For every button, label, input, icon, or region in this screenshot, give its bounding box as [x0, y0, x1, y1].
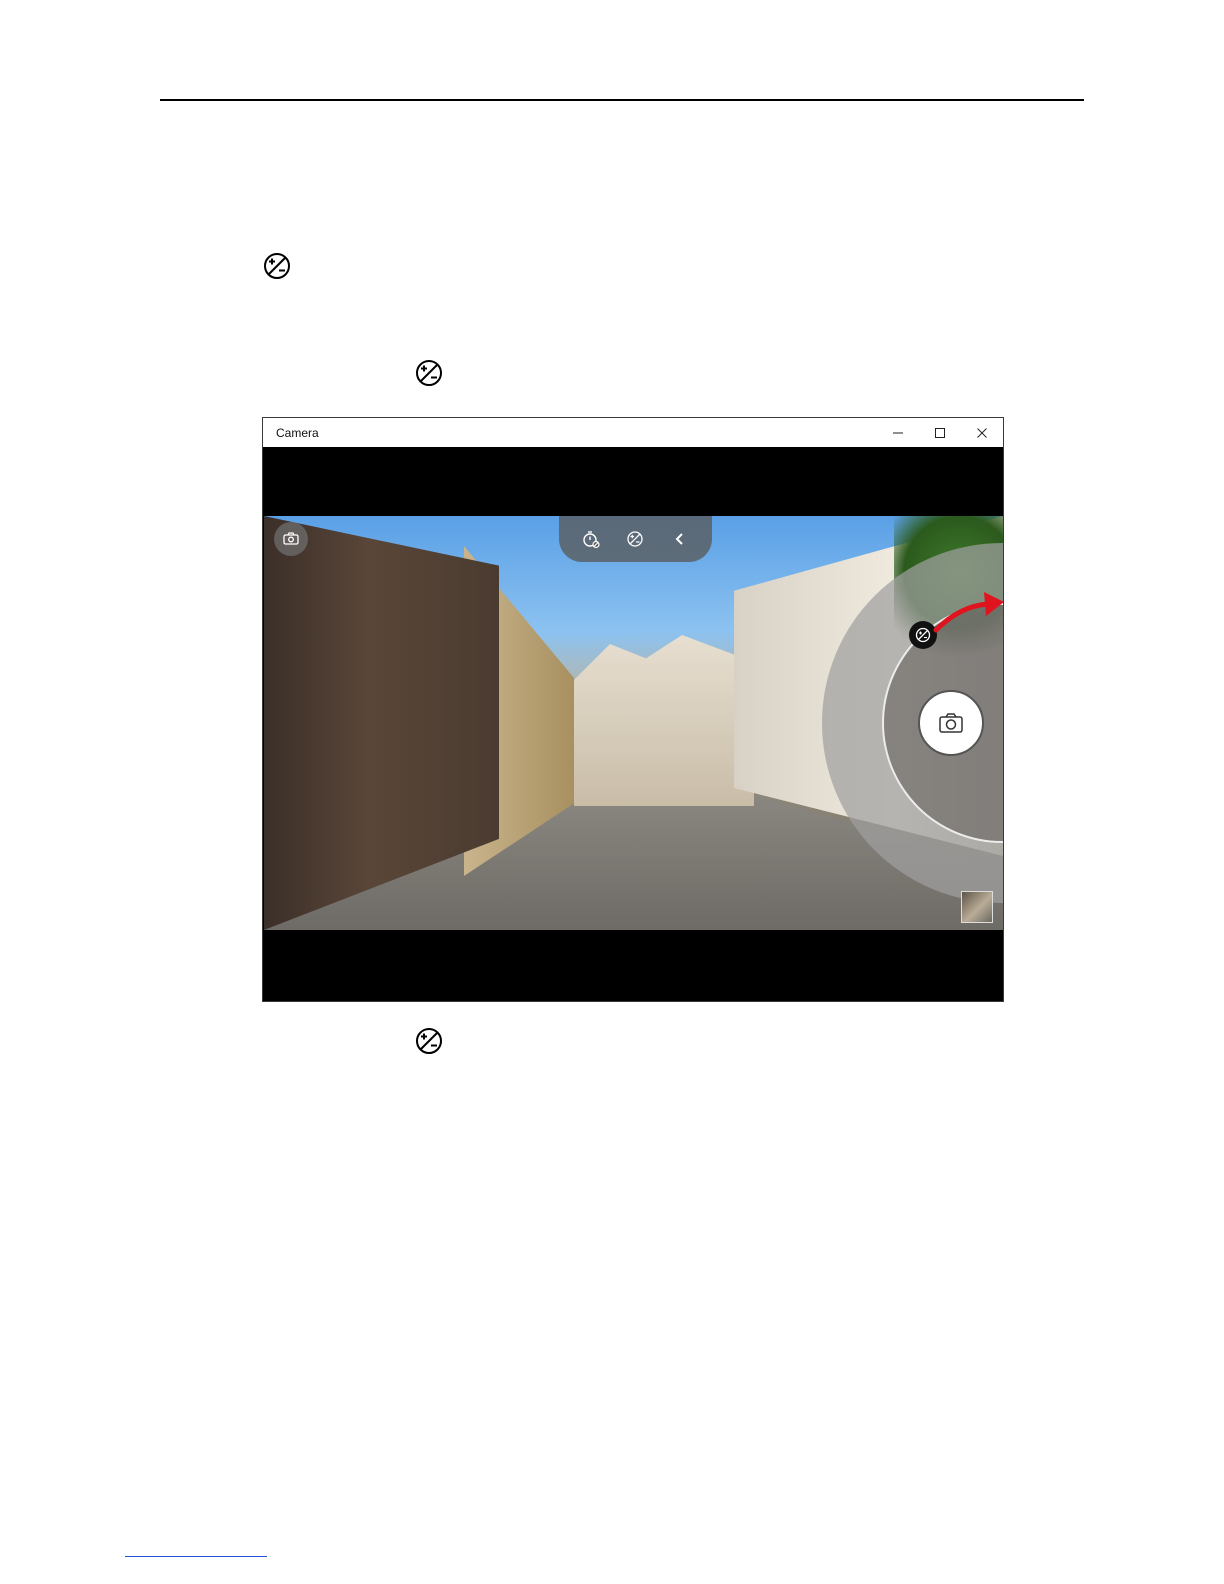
close-icon: [977, 427, 987, 438]
change-camera-button[interactable]: [274, 522, 308, 556]
footer-rule: [125, 1556, 267, 1557]
exposure-icon: [415, 359, 443, 387]
minimize-icon: [893, 432, 903, 433]
close-button[interactable]: [961, 418, 1003, 447]
chevron-left-icon: [675, 533, 683, 545]
timer-button[interactable]: [578, 526, 604, 552]
timer-off-icon: [583, 531, 600, 549]
window-controls: [877, 418, 1003, 447]
exposure-icon: [627, 531, 644, 547]
title-bar: Camera: [263, 418, 1003, 447]
minimize-button[interactable]: [877, 418, 919, 447]
exposure-icon: [915, 627, 931, 643]
camera-switch-icon: [283, 532, 299, 545]
header-rule: [160, 99, 1084, 101]
exposure-icon: [263, 252, 291, 280]
camera-viewfinder[interactable]: [264, 516, 1003, 930]
last-photo-thumbnail[interactable]: [961, 891, 993, 923]
maximize-button[interactable]: [919, 418, 961, 447]
camera-toolbar: [559, 516, 712, 562]
exposure-icon: [415, 1027, 443, 1055]
window-title: Camera: [276, 425, 319, 440]
camera-icon: [939, 713, 963, 733]
maximize-icon: [935, 427, 945, 438]
exposure-button[interactable]: [622, 526, 648, 552]
camera-window: Camera: [262, 417, 1004, 1002]
take-photo-button[interactable]: [918, 690, 984, 756]
drag-direction-arrow-icon: [933, 592, 1003, 633]
scene-building-center: [574, 635, 754, 806]
collapse-toolbar-button[interactable]: [667, 526, 693, 552]
